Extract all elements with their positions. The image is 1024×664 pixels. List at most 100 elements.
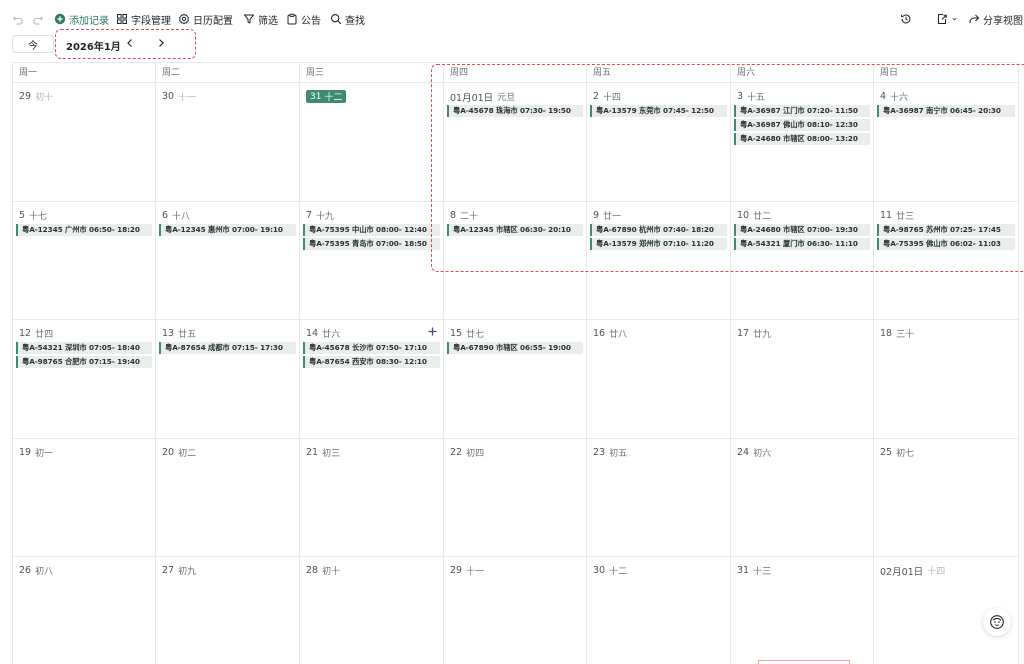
current-month: 2026年1月 (66, 42, 121, 53)
event-chip[interactable]: 粤A-13579 郑州市 07:10- 11:20 (590, 238, 727, 250)
event-chip[interactable]: 粤A-75395 中山市 08:00- 12:40 (303, 224, 440, 236)
event-chip[interactable]: 粤A-45678 珠海市 07:30- 19:50 (447, 105, 583, 117)
lunar-date: 十一 (466, 567, 485, 577)
share-view-button[interactable]: 分享视图 (968, 11, 1023, 27)
day-cell[interactable]: 25 初七 (874, 439, 1019, 557)
event-chip[interactable]: 粤A-12345 市辖区 06:30- 20:10 (447, 224, 583, 236)
day-cell[interactable]: 29 十一 (444, 557, 587, 664)
day-header: 14 廿六 (306, 327, 340, 340)
calendar-config-button[interactable]: 日历配置 (178, 11, 233, 27)
day-cell[interactable]: 31 十三 (731, 557, 874, 664)
event-chip[interactable]: 粤A-36987 佛山市 08:10- 12:30 (734, 119, 870, 131)
day-header: 11 廿三 (880, 209, 914, 222)
event-chip[interactable]: 粤A-45678 长沙市 07:50- 17:10 (303, 342, 440, 354)
day-cell[interactable]: 11 廿三粤A-98765 苏州市 07:25- 17:45 粤A-75395 佛山… (874, 202, 1019, 320)
add-record-button[interactable]: 添加记录 (54, 11, 109, 27)
day-header: 30 十一 (162, 90, 196, 103)
day-number: 20 (162, 447, 175, 458)
event-chip[interactable]: 粤A-87654 西安市 08:30- 12:10 (303, 356, 440, 368)
event-chip[interactable]: 粤A-54321 深圳市 07:05- 18:40 (16, 342, 152, 354)
lunar-date: 十七 (29, 212, 48, 222)
event-chip[interactable]: 粤A-75395 青岛市 07:00- 18:50 (303, 238, 440, 250)
day-cell[interactable]: 2 十四 粤A-13579 东莞市 07:45- 12:50 (587, 83, 731, 202)
day-header: 12 廿四 (19, 327, 53, 340)
event-chip[interactable]: 粤A-12345 惠州市 07:00- 19:10 (159, 224, 296, 236)
undo-button[interactable] (12, 11, 24, 27)
day-cell[interactable]: 30 十一 (156, 83, 300, 202)
day-cell[interactable]: 3 十五 粤A-36987 江门市 07:20- 11:50 粤A-36987 佛山市… (731, 83, 874, 202)
event-chip[interactable]: 粤A-36987 江门市 07:20- 11:50 (734, 105, 870, 117)
day-number: 22 (450, 447, 463, 458)
day-cell[interactable]: 7 十九 粤A-75395 中山市 08:00- 12:40 粤A-75395 青岛市… (300, 202, 444, 320)
event-chip[interactable]: 粤A-87654 成都市 07:15- 17:30 (159, 342, 296, 354)
day-cell[interactable]: 20 初二 (156, 439, 300, 557)
day-cell[interactable]: 29 初十 (13, 83, 156, 202)
day-cell[interactable]: 18 三十 (874, 320, 1019, 439)
event-chip[interactable]: 粤A-67890 市辖区 06:55- 19:00 (447, 342, 583, 354)
day-header: 15 廿七 (450, 327, 484, 340)
assistant-button[interactable] (983, 608, 1011, 636)
day-cell[interactable]: 4 十六 粤A-36987 南宁市 06:45- 20:30 (874, 83, 1019, 202)
event-chip[interactable]: 粤A-54321 厦门市 06:30- 11:10 (734, 238, 870, 250)
day-cell[interactable]: 28 初十 (300, 557, 444, 664)
day-cell[interactable]: 12 廿四粤A-54321 深圳市 07:05- 18:40 粤A-98765 合肥… (13, 320, 156, 439)
day-cell[interactable]: 30 十二 (587, 557, 731, 664)
notice-button[interactable]: 公告 (286, 11, 321, 27)
day-cell[interactable]: 22 初四 (444, 439, 587, 557)
day-cell[interactable]: 26 初八 (13, 557, 156, 664)
day-cell[interactable]: 24 初六 (731, 439, 874, 557)
day-cell[interactable]: 8 二十 粤A-12345 市辖区 06:30- 20:10 (444, 202, 587, 320)
event-list: 粤A-36987 江门市 07:20- 11:50 粤A-36987 佛山市 08… (734, 105, 870, 145)
day-cell[interactable]: 21 初三 (300, 439, 444, 557)
add-event-button[interactable] (427, 326, 438, 337)
filter-icon (243, 13, 255, 25)
event-list: 粤A-67890 市辖区 06:55- 19:00 (447, 342, 583, 354)
event-chip[interactable]: 粤A-24680 市辖区 08:00- 13:20 (734, 133, 870, 145)
day-cell[interactable]: 01月01日 元旦 粤A-45678 珠海市 07:30- 19:50 (444, 83, 587, 202)
day-cell[interactable]: 23 初五 (587, 439, 731, 557)
weekday-header: 周五 (587, 63, 731, 83)
lunar-date: 廿五 (178, 330, 197, 340)
event-chip[interactable]: 粤A-67890 杭州市 07:40- 18:20 (590, 224, 727, 236)
day-header: 27 初九 (162, 564, 196, 577)
event-chip[interactable]: 粤A-36987 南宁市 06:45- 20:30 (877, 105, 1015, 117)
day-number: 12 (19, 328, 32, 339)
history-button[interactable] (900, 11, 912, 27)
event-chip[interactable]: 粤A-12345 广州市 06:50- 18:20 (16, 224, 152, 236)
day-number: 6 (162, 210, 169, 221)
lunar-date: 三十 (896, 330, 915, 340)
day-cell[interactable]: 9 廿一 粤A-67890 杭州市 07:40- 18:20 粤A-13579 郑州市… (587, 202, 731, 320)
lunar-date: 廿七 (466, 330, 485, 340)
filter-button[interactable]: 筛选 (243, 11, 278, 27)
undo-icon (12, 13, 24, 25)
notice-label: 公告 (301, 15, 321, 27)
day-cell[interactable]: 17 廿九 (731, 320, 874, 439)
day-cell[interactable]: 10 廿二 粤A-24680 市辖区 07:00- 19:30 粤A-54321 厦门… (731, 202, 874, 320)
day-cell[interactable]: 27 初九 (156, 557, 300, 664)
day-number: 31 (310, 91, 322, 102)
day-cell[interactable]: 19 初一 (13, 439, 156, 557)
find-button[interactable]: 查找 (330, 11, 365, 27)
event-chip[interactable]: 粤A-13579 东莞市 07:45- 12:50 (590, 105, 727, 117)
prev-month-button[interactable] (123, 36, 137, 50)
day-number: 30 (593, 565, 606, 576)
day-cell[interactable]: 13 廿五 粤A-87654 成都市 07:15- 17:30 (156, 320, 300, 439)
field-manage-button[interactable]: 字段管理 (116, 11, 171, 27)
redo-button[interactable] (32, 11, 44, 27)
day-cell[interactable]: 15 廿七粤A-67890 市辖区 06:55- 19:00 (444, 320, 587, 439)
day-cell[interactable]: 6 十八 粤A-12345 惠州市 07:00- 19:10 (156, 202, 300, 320)
next-month-button[interactable] (154, 36, 168, 50)
day-cell[interactable]: 16 廿八 (587, 320, 731, 439)
today-button[interactable]: 今 (12, 35, 54, 53)
event-chip[interactable]: 粤A-24680 市辖区 07:00- 19:30 (734, 224, 870, 236)
day-cell[interactable]: 5 十七 粤A-12345 广州市 06:50- 18:20 (13, 202, 156, 320)
day-cell[interactable]: 14 廿六粤A-45678 长沙市 07:50- 17:10 粤A-87654 西安… (300, 320, 444, 439)
event-chip[interactable]: 粤A-75395 佛山市 06:02- 11:03 (877, 238, 1015, 250)
clock-history-icon (900, 13, 912, 25)
export-dropdown-button[interactable] (936, 11, 958, 27)
event-chip[interactable]: 粤A-98765 苏州市 07:25- 17:45 (877, 224, 1015, 236)
lunar-date: 初四 (466, 449, 485, 459)
weekday-header: 周三 (300, 63, 444, 83)
event-chip[interactable]: 粤A-98765 合肥市 07:15- 19:40 (16, 356, 152, 368)
day-cell[interactable]: 31 十二 (300, 83, 444, 202)
